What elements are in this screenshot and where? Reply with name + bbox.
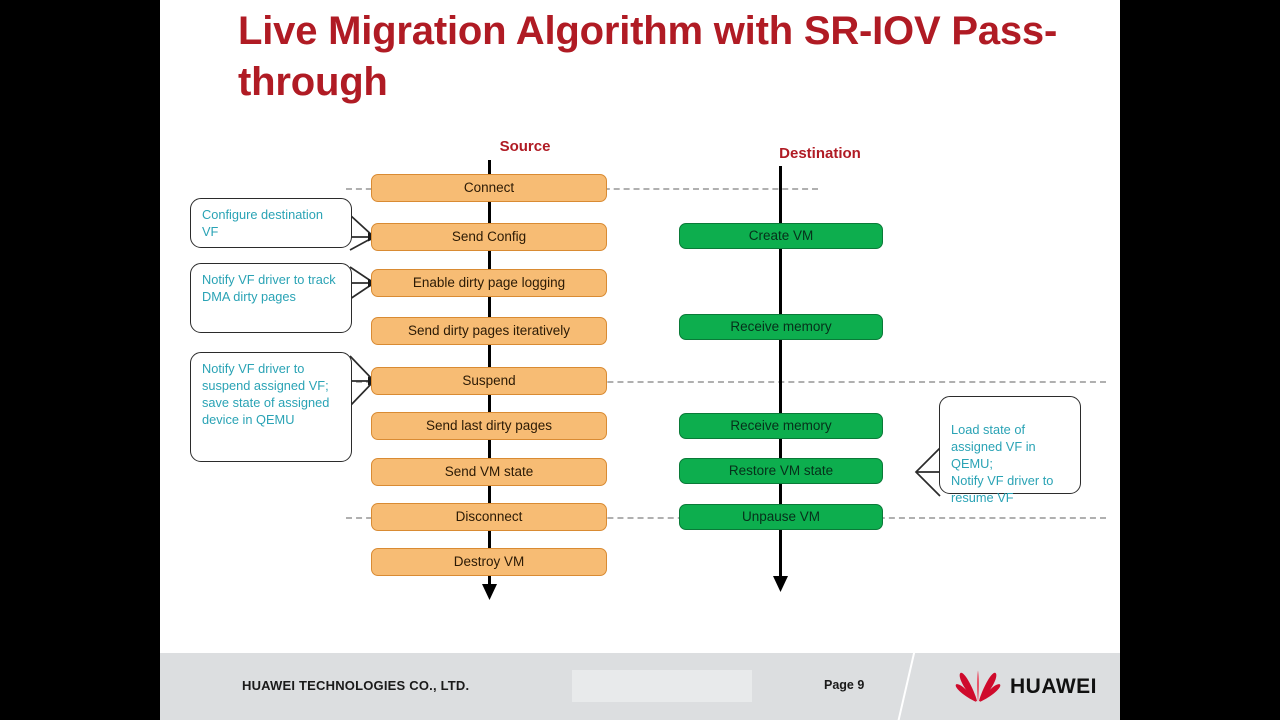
step-label: Send last dirty pages <box>425 418 553 434</box>
source-step-suspend[interactable]: Suspend <box>371 367 607 395</box>
huawei-logo-text: HUAWEI <box>1010 675 1097 698</box>
slide-stage: Live Migration Algorithm with SR-IOV Pas… <box>0 0 1280 720</box>
footer-company: HUAWEI TECHNOLOGIES CO., LTD. <box>242 678 470 693</box>
source-step-connect[interactable]: Connect <box>371 174 607 202</box>
destination-step-receive-memory-1[interactable]: Receive memory <box>679 314 883 340</box>
destination-step-receive-memory-2[interactable]: Receive memory <box>679 413 883 439</box>
source-step-send-last-dirty-pages[interactable]: Send last dirty pages <box>371 412 607 440</box>
slide-footer: HUAWEI TECHNOLOGIES CO., LTD. Page 9 HUA… <box>160 653 1120 720</box>
callout-text: Configure destination VF <box>202 207 323 240</box>
destination-step-restore-vm-state[interactable]: Restore VM state <box>679 458 883 484</box>
callout-text: Load state of assigned VF in QEMU; Notif… <box>951 422 1054 506</box>
step-label: Receive memory <box>730 418 832 434</box>
destination-step-unpause-vm[interactable]: Unpause VM <box>679 504 883 530</box>
callout-notify-suspend-assigned-vf: Notify VF driver to suspend assigned VF;… <box>190 352 352 462</box>
footer-divider <box>896 653 960 720</box>
step-label: Send Config <box>451 229 527 245</box>
callout-load-state-resume-vf: Load state of assigned VF in QEMU; Notif… <box>939 396 1081 505</box>
source-step-send-dirty-pages-iteratively[interactable]: Send dirty pages iteratively <box>371 317 607 345</box>
source-step-send-config[interactable]: Send Config <box>371 223 607 251</box>
destination-step-create-vm[interactable]: Create VM <box>679 223 883 249</box>
callout-configure-destination-vf: Configure destination VF <box>190 198 352 248</box>
source-step-send-vm-state[interactable]: Send VM state <box>371 458 607 486</box>
step-label: Receive memory <box>730 319 832 335</box>
step-label: Suspend <box>462 373 516 389</box>
huawei-flower-icon <box>955 670 1001 702</box>
step-label: Enable dirty page logging <box>412 275 566 291</box>
callout-notify-track-dma: Notify VF driver to track DMA dirty page… <box>190 263 352 333</box>
source-step-destroy-vm[interactable]: Destroy VM <box>371 548 607 576</box>
callout-text: Notify VF driver to track DMA dirty page… <box>202 272 336 305</box>
step-label: Send VM state <box>444 464 534 480</box>
slide-canvas: Live Migration Algorithm with SR-IOV Pas… <box>160 0 1120 720</box>
step-label: Disconnect <box>455 509 523 525</box>
step-label: Create VM <box>748 228 814 244</box>
footer-page-number: Page 9 <box>824 678 865 692</box>
callout-text: Notify VF driver to suspend assigned VF;… <box>202 361 330 428</box>
step-label: Unpause VM <box>741 509 821 525</box>
step-label: Destroy VM <box>453 554 525 570</box>
huawei-logo: HUAWEI <box>955 667 1110 707</box>
step-label: Send dirty pages iteratively <box>407 323 571 339</box>
source-step-disconnect[interactable]: Disconnect <box>371 503 607 531</box>
source-step-enable-dirty-page-logging[interactable]: Enable dirty page logging <box>371 269 607 297</box>
step-label: Connect <box>463 180 515 196</box>
footer-placeholder-box <box>572 670 752 702</box>
step-label: Restore VM state <box>728 463 834 479</box>
